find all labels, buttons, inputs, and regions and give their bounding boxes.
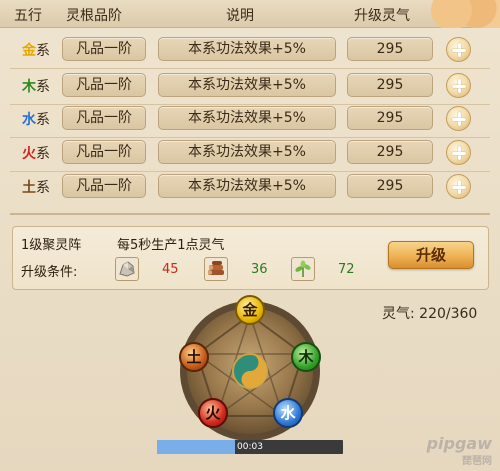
video-progress-bar[interactable]: 00:03 [157, 440, 343, 454]
grade-pill: 凡品一阶 [62, 140, 146, 164]
qi-value: 220/360 [419, 306, 478, 322]
cost-pill: 295 [347, 73, 433, 97]
qi-label: 灵气: [382, 306, 415, 322]
element-row: 火系 凡品一阶 本系功法效果+5% 295 [0, 135, 500, 169]
upgrade-plus-button[interactable] [446, 73, 471, 98]
upgrade-plus-button[interactable] [446, 140, 471, 165]
desc-pill: 本系功法效果+5% [158, 106, 336, 130]
cost-pill: 295 [347, 140, 433, 164]
desc-pill: 本系功法效果+5% [158, 174, 336, 198]
upgrade-plus-button[interactable] [446, 174, 471, 199]
earth-node-icon[interactable]: 土 [179, 342, 209, 372]
stone-cost: 45 [162, 262, 179, 277]
section-divider [10, 213, 490, 215]
array-production: 每5秒生产1点灵气 [117, 238, 225, 253]
upgrade-plus-button[interactable] [446, 37, 471, 62]
stone-ore-icon [115, 257, 139, 281]
water-node-icon[interactable]: 水 [273, 398, 303, 428]
cost-pill: 295 [347, 106, 433, 130]
cloud-ornament [428, 0, 500, 28]
video-time: 00:03 [237, 442, 263, 452]
header-cost: 升级灵气 [354, 8, 410, 24]
grade-pill: 凡品一阶 [62, 37, 146, 61]
metal-node-icon[interactable]: 金 [235, 295, 265, 325]
cost-pill: 295 [347, 174, 433, 198]
requirement-label: 升级条件: [21, 265, 78, 280]
herb-cost: 72 [338, 262, 355, 277]
wood-logs-icon [204, 257, 228, 281]
desc-pill: 本系功法效果+5% [158, 37, 336, 61]
grade-pill: 凡品一阶 [62, 106, 146, 130]
desc-pill: 本系功法效果+5% [158, 140, 336, 164]
header-desc: 说明 [226, 8, 254, 24]
element-label: 金系 [22, 43, 50, 59]
element-row: 金系 凡品一阶 本系功法效果+5% 295 [0, 32, 500, 66]
table-header: 五行 灵根品阶 说明 升级灵气 [0, 0, 500, 28]
herb-plant-icon [291, 257, 315, 281]
header-grade: 灵根品阶 [66, 8, 122, 24]
game-panel: 五行 灵根品阶 说明 升级灵气 金系 凡品一阶 本系功法效果+5% 295 木系… [0, 0, 500, 471]
grade-pill: 凡品一阶 [62, 174, 146, 198]
element-label: 火系 [22, 146, 50, 162]
fire-node-icon[interactable]: 火 [198, 398, 228, 428]
watermark-logo: pipgaw 琵琶网 [426, 434, 492, 468]
header-element: 五行 [14, 8, 42, 24]
element-row: 木系 凡品一阶 本系功法效果+5% 295 [0, 68, 500, 102]
grade-pill: 凡品一阶 [62, 73, 146, 97]
upgrade-plus-button[interactable] [446, 106, 471, 131]
qi-readout: 灵气: 220/360 [382, 303, 477, 323]
array-level: 1级聚灵阵 [21, 238, 82, 253]
element-label: 土系 [22, 180, 50, 196]
cost-pill: 295 [347, 37, 433, 61]
desc-pill: 本系功法效果+5% [158, 73, 336, 97]
spirit-array-wheel: 金 木 水 火 土 [160, 285, 340, 445]
element-label: 水系 [22, 112, 50, 128]
element-row: 土系 凡品一阶 本系功法效果+5% 295 [0, 169, 500, 203]
element-label: 木系 [22, 79, 50, 95]
element-row: 水系 凡品一阶 本系功法效果+5% 295 [0, 101, 500, 135]
wood-node-icon[interactable]: 木 [291, 342, 321, 372]
upgrade-button[interactable]: 升级 [388, 241, 474, 269]
wood-cost: 36 [251, 262, 268, 277]
